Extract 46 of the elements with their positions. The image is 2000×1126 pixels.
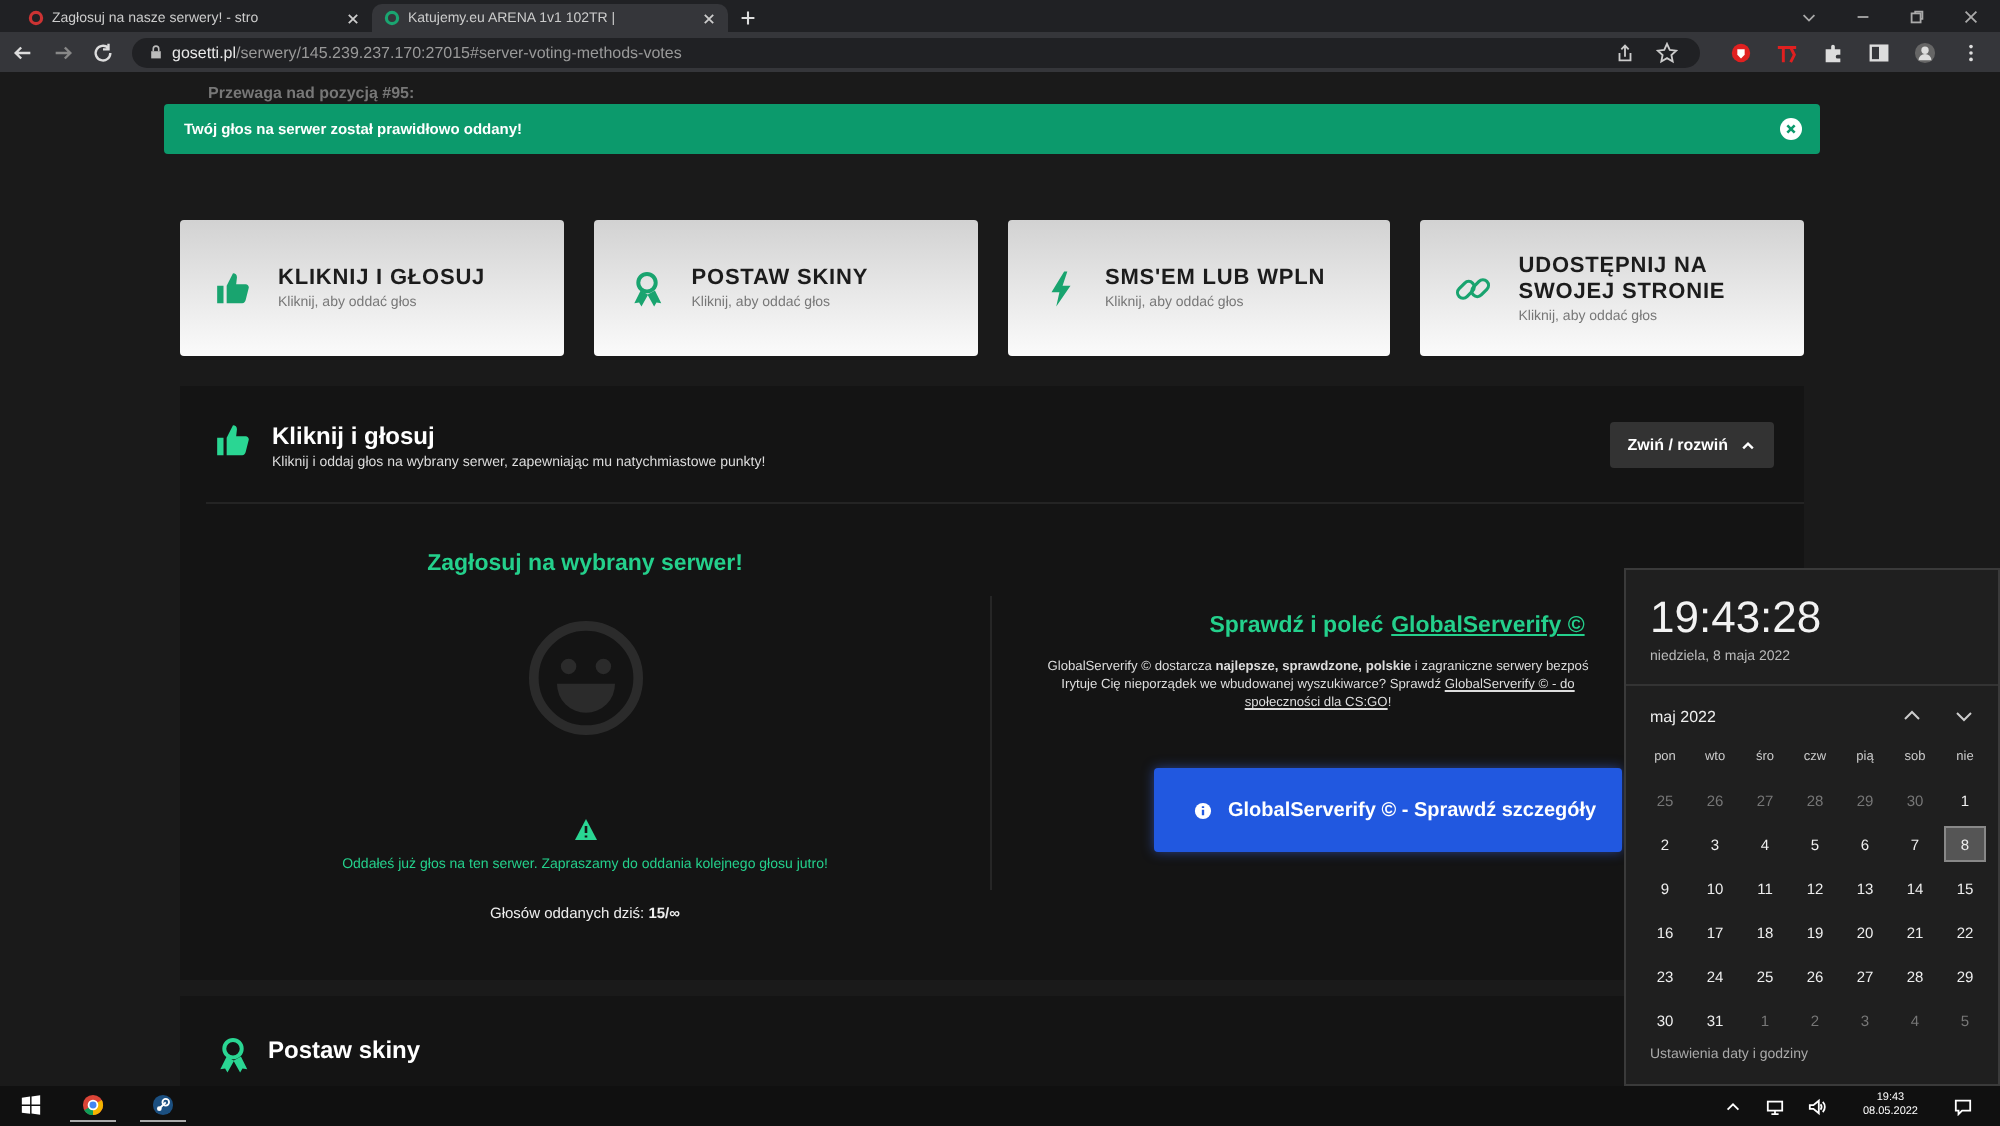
windows-start-icon[interactable] bbox=[16, 1093, 46, 1119]
card-title: POSTAW SKINY bbox=[691, 266, 869, 292]
vote-title: Zagłosuj na wybrany serwer! bbox=[427, 552, 743, 576]
puzzle-icon[interactable] bbox=[1822, 41, 1844, 63]
section-title: Postaw skiny bbox=[268, 1036, 421, 1064]
address-field[interactable]: gosetti.pl/serwery/145.239.237.170:27015#server-voting-methods-votes bbox=[132, 37, 1700, 67]
close-icon[interactable] bbox=[1962, 8, 1980, 26]
card-title: SMS'EM LUB WPLN bbox=[1105, 266, 1326, 292]
info-icon bbox=[1194, 801, 1212, 819]
close-icon[interactable] bbox=[346, 11, 360, 25]
shield-extension-icon[interactable] bbox=[1730, 41, 1752, 63]
reload-icon[interactable] bbox=[92, 41, 114, 63]
restore-icon[interactable] bbox=[1908, 8, 1926, 26]
calendar-month[interactable]: maj 2022 bbox=[1650, 707, 1716, 725]
steam-icon[interactable] bbox=[140, 1090, 186, 1122]
ranking-text: Przewaga nad pozycją #95: bbox=[206, 82, 417, 106]
caret-up-icon bbox=[1740, 437, 1756, 453]
section-title: Kliknij i głosuj bbox=[272, 422, 437, 450]
network-icon[interactable] bbox=[1766, 1097, 1785, 1115]
back-icon[interactable] bbox=[12, 41, 34, 63]
favicon-icon bbox=[384, 10, 400, 26]
side-panel-icon[interactable] bbox=[1868, 41, 1890, 63]
card-title: UDOSTĘPNIJ NA SWOJEJ STRONIE bbox=[1518, 253, 1728, 305]
promo-link[interactable]: GlobalServerify © bbox=[1391, 614, 1585, 638]
star-icon[interactable] bbox=[1656, 41, 1678, 63]
thumbs-up-icon bbox=[214, 269, 252, 307]
promo-title: Sprawdź i poleć bbox=[1209, 614, 1384, 638]
extension-icon[interactable] bbox=[1776, 41, 1798, 63]
thumbs-up-icon bbox=[214, 422, 252, 460]
lock-icon bbox=[148, 44, 164, 60]
details-button[interactable]: GlobalServerify © - Sprawdź szczegóły bbox=[1154, 768, 1622, 852]
collapse-button[interactable]: Zwiń / rozwiń bbox=[1609, 422, 1774, 468]
profile-icon[interactable] bbox=[1914, 41, 1936, 63]
card-title: KLIKNIJ I GŁOSUJ bbox=[278, 266, 486, 292]
warning-icon bbox=[573, 818, 597, 842]
share-icon[interactable] bbox=[1614, 41, 1636, 63]
volume-icon[interactable] bbox=[1808, 1097, 1827, 1115]
notification-icon[interactable] bbox=[1954, 1097, 1972, 1115]
close-icon[interactable] bbox=[702, 11, 716, 25]
chrome-icon[interactable] bbox=[70, 1090, 116, 1122]
new-tab-icon[interactable] bbox=[740, 10, 756, 26]
forward-icon[interactable] bbox=[52, 41, 74, 63]
next-month-icon[interactable] bbox=[1954, 706, 1974, 726]
smiley-icon bbox=[527, 620, 643, 736]
clock-time: 19:43:28 bbox=[1648, 590, 1824, 644]
favicon-icon bbox=[28, 10, 44, 26]
